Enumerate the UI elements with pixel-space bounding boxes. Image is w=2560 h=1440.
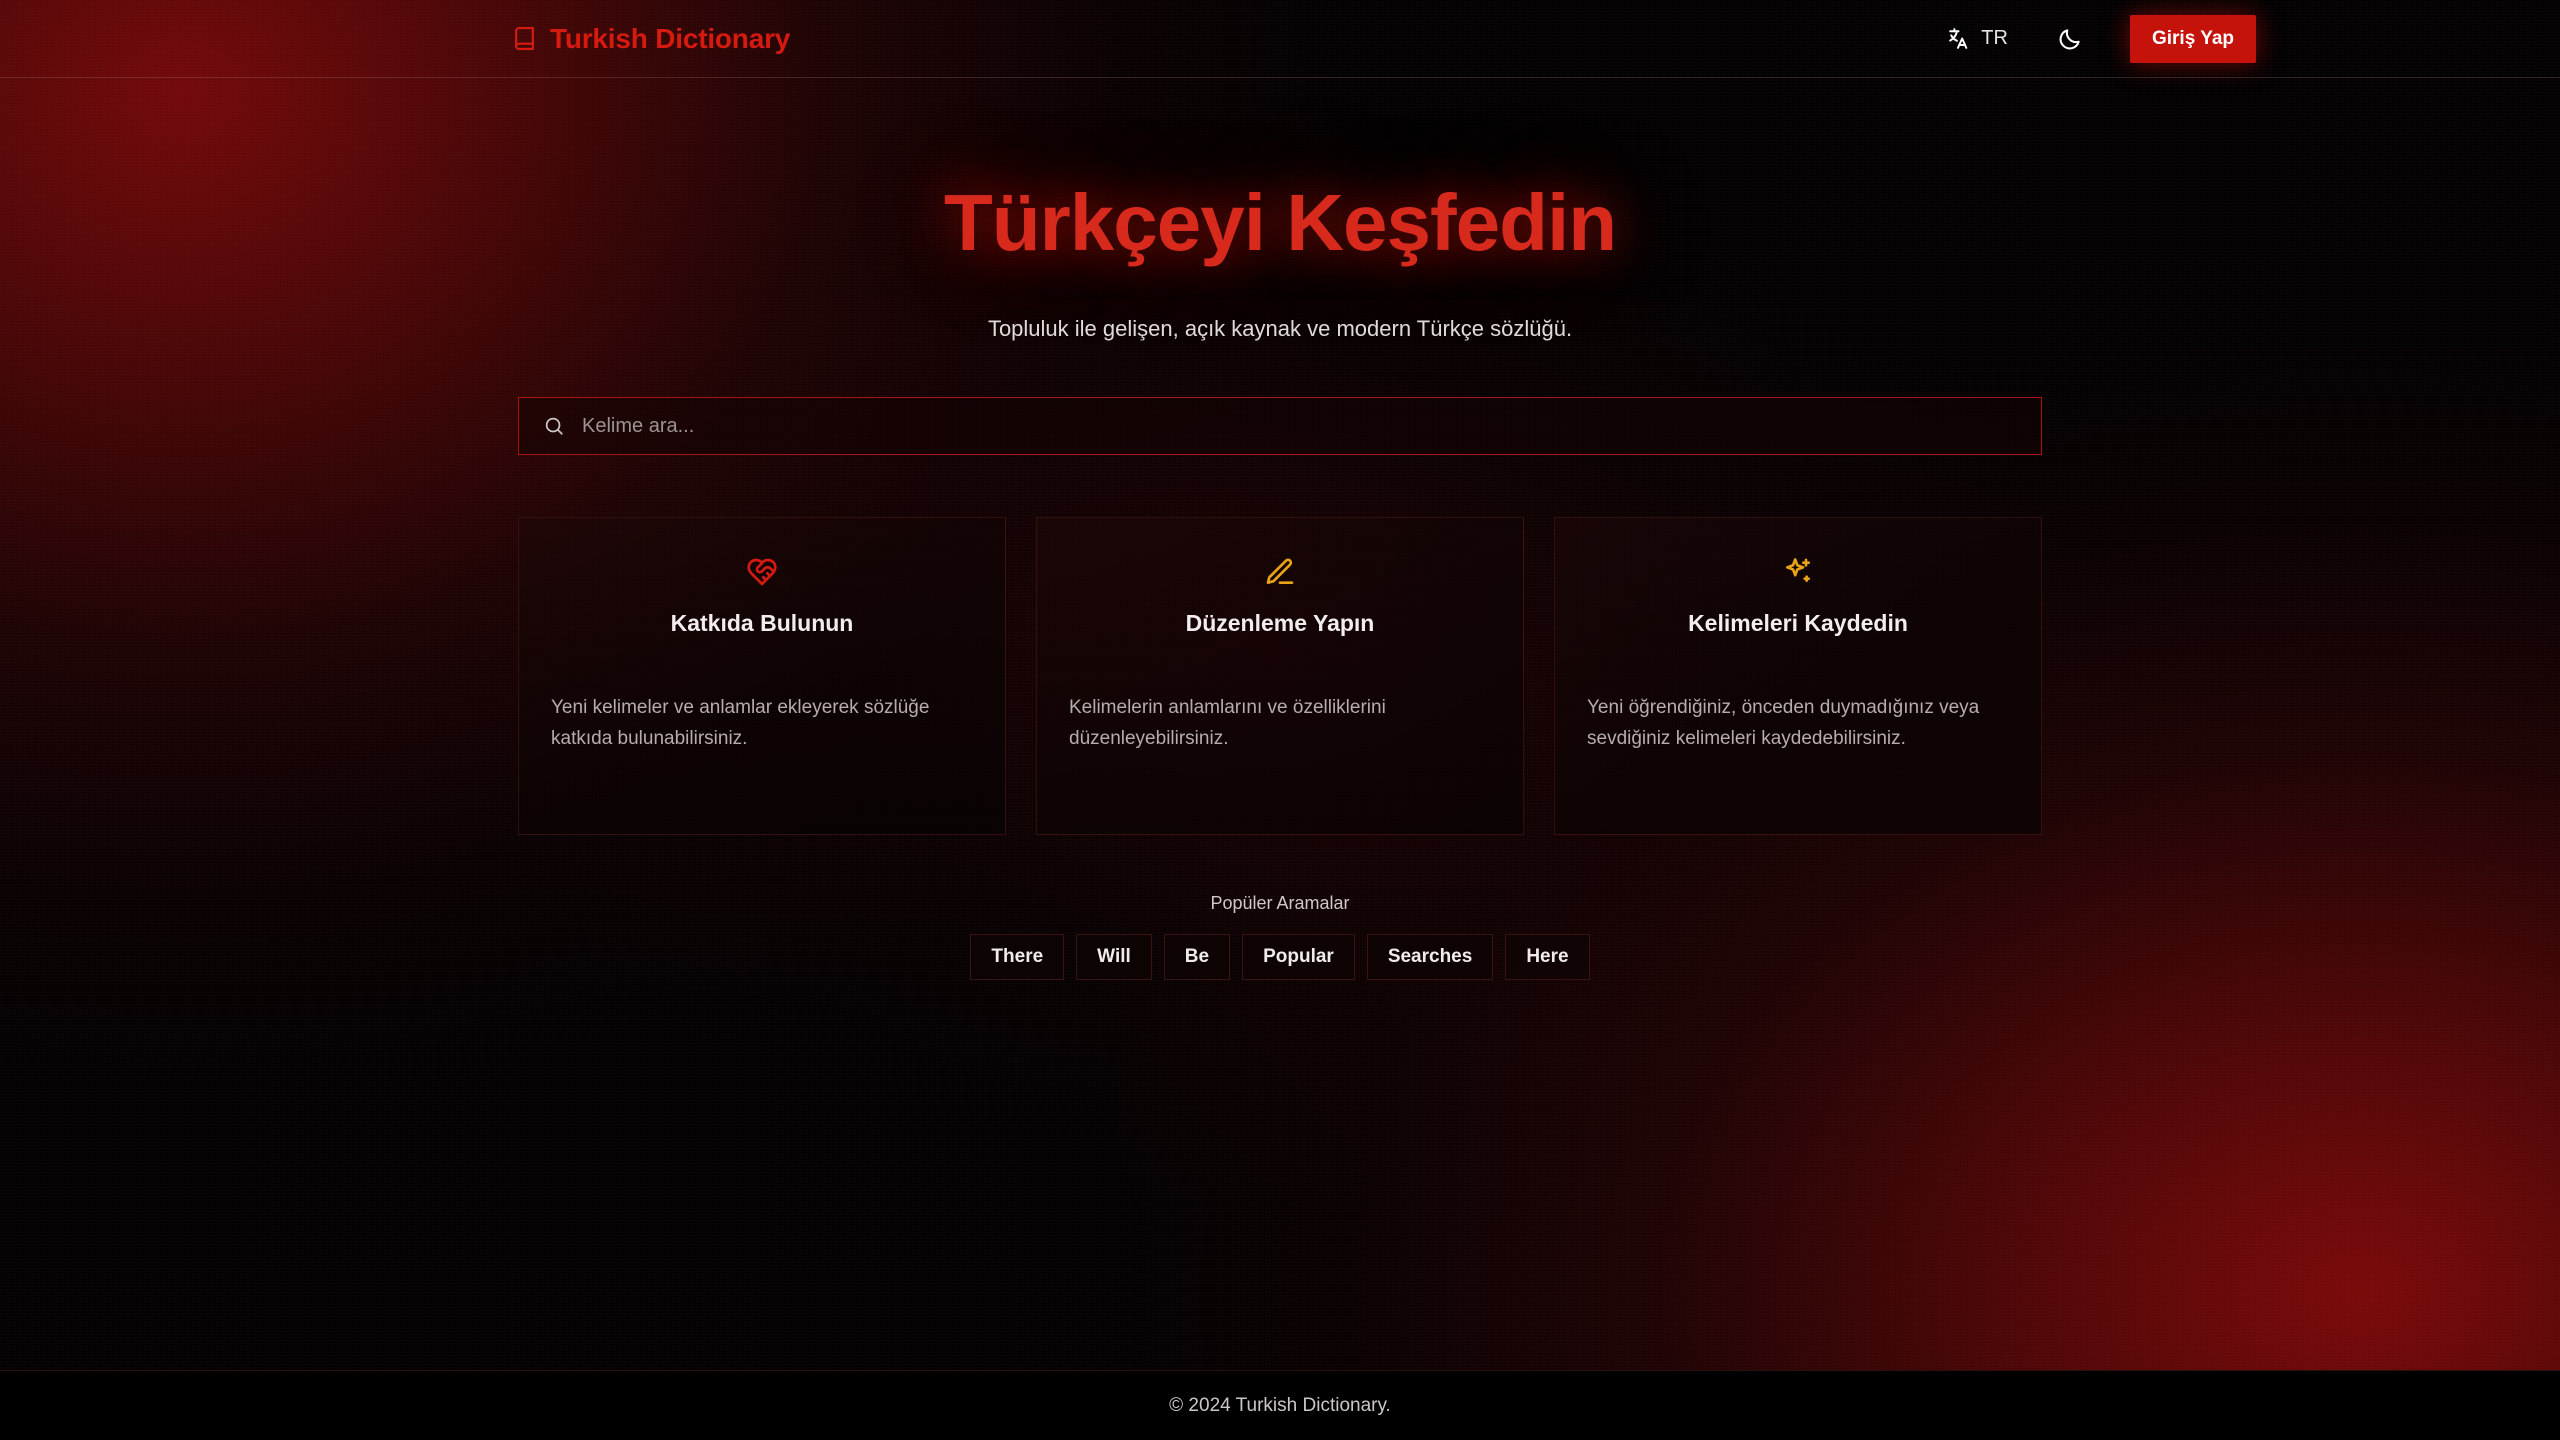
login-button[interactable]: Giriş Yap [2129,14,2256,63]
popular-search-chip[interactable]: There [970,934,1065,981]
feature-card-edit[interactable]: Düzenleme Yapın Kelimelerin anlamlarını … [1036,517,1524,836]
popular-search-chip[interactable]: Popular [1242,934,1355,981]
popular-searches-section: Popüler Aramalar There Will Be Popular S… [0,893,2560,981]
feature-card-description: Yeni kelimeler ve anlamlar ekleyerek söz… [551,697,930,750]
language-label: TR [1981,27,2008,49]
feature-card-contribute[interactable]: Katkıda Bulunun Yeni kelimeler ve anlaml… [518,517,1006,836]
hero-subtitle: Topluluk ile gelişen, açık kaynak ve mod… [987,316,1573,342]
page-root: Turkish Dictionary TR Giriş Yap Türkçeyi… [0,0,2560,1440]
footer-copyright: © 2024 Turkish Dictionary. [1169,1394,1391,1416]
popular-search-chip[interactable]: Searches [1366,934,1494,981]
feature-card-description: Yeni öğrendiğiniz, önceden duymadığınız … [1587,697,1980,750]
popular-search-chip[interactable]: Be [1163,934,1231,981]
search-input[interactable] [582,398,2041,455]
site-footer: © 2024 Turkish Dictionary. [0,1370,2560,1440]
page-title: Türkçeyi Keşfedin [943,178,1617,267]
search-box[interactable] [518,397,2042,456]
heart-handshake-icon [746,556,778,588]
hero-section: Türkçeyi Keşfedin Topluluk ile gelişen, … [0,78,2560,342]
feature-cards: Katkıda Bulunun Yeni kelimeler ve anlaml… [518,517,2042,836]
popular-searches-list: There Will Be Popular Searches Here [0,934,2560,981]
popular-search-chip[interactable]: Here [1505,934,1590,981]
pencil-edit-icon [1264,556,1296,588]
search-icon [543,415,565,437]
sparkles-icon [1782,556,1814,588]
feature-card-title: Kelimeleri Kaydedin [1688,610,1908,637]
feature-card-title: Düzenleme Yapın [1185,610,1375,637]
brand-logo[interactable]: Turkish Dictionary [512,23,790,55]
popular-search-chip[interactable]: Will [1076,934,1152,981]
language-switcher-button[interactable]: TR [1934,18,2020,59]
site-header: Turkish Dictionary TR Giriş Yap [0,0,2560,78]
brand-title: Turkish Dictionary [550,22,791,54]
translate-icon [1946,26,1971,51]
feature-card-description: Kelimelerin anlamlarını ve özelliklerini… [1069,697,1386,750]
moon-icon [2057,26,2083,52]
main-content: Türkçeyi Keşfedin Topluluk ile gelişen, … [0,78,2560,1370]
header-actions: TR Giriş Yap [1934,14,2256,63]
book-icon [512,26,537,51]
feature-card-title: Katkıda Bulunun [670,610,854,637]
header-inner: Turkish Dictionary TR Giriş Yap [0,0,2560,77]
popular-searches-title: Popüler Aramalar [1210,893,1350,914]
theme-toggle-button[interactable] [2046,17,2094,61]
search-container [518,397,2042,456]
feature-card-save[interactable]: Kelimeleri Kaydedin Yeni öğrendiğiniz, ö… [1554,517,2042,836]
